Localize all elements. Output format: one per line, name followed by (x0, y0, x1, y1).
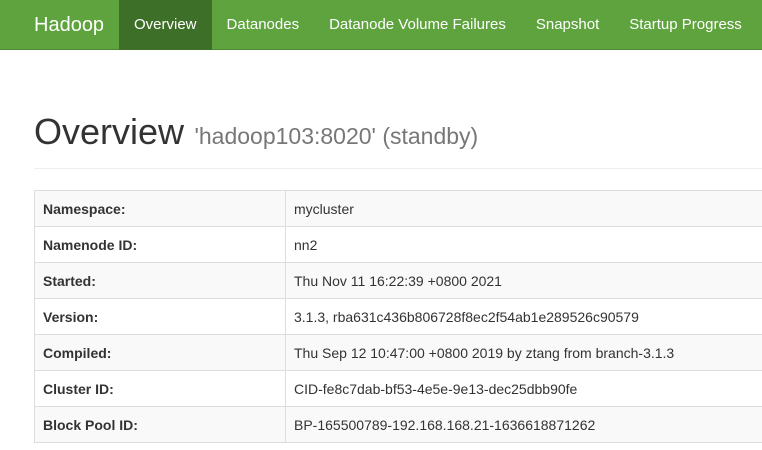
brand-link[interactable]: Hadoop (0, 0, 120, 50)
nav-item-startup-progress[interactable]: Startup Progress (614, 0, 757, 50)
nav-item-datanode-volume-failures[interactable]: Datanode Volume Failures (314, 0, 521, 50)
page-header: Overview 'hadoop103:8020' (standby) (34, 112, 762, 169)
page-subtitle: 'hadoop103:8020' (standby) (194, 123, 479, 149)
nav-item-overview[interactable]: Overview (119, 0, 212, 50)
row-key: Namespace: (34, 190, 286, 227)
nav-item-snapshot[interactable]: Snapshot (521, 0, 614, 50)
main-content: Overview 'hadoop103:8020' (standby) Name… (34, 50, 762, 443)
table-row: Namespace: mycluster (34, 190, 762, 227)
row-value: CID-fe8c7dab-bf53-4e5e-9e13-dec25dbb90fe (285, 370, 762, 407)
row-value: Thu Sep 12 10:47:00 +0800 2019 by ztang … (285, 334, 762, 371)
table-row: Started: Thu Nov 11 16:22:39 +0800 2021 (34, 262, 762, 299)
row-key: Cluster ID: (34, 370, 286, 407)
page-title: Overview (34, 111, 185, 152)
overview-info-table: Namespace: mycluster Namenode ID: nn2 St… (34, 190, 762, 443)
table-row: Block Pool ID: BP-165500789-192.168.168.… (34, 406, 762, 443)
table-row: Namenode ID: nn2 (34, 226, 762, 263)
table-row: Version: 3.1.3, rba631c436b806728f8ec2f5… (34, 298, 762, 335)
nav-item-datanodes[interactable]: Datanodes (212, 0, 315, 50)
row-value: Thu Nov 11 16:22:39 +0800 2021 (285, 262, 762, 299)
row-key: Namenode ID: (34, 226, 286, 263)
row-value: mycluster (285, 190, 762, 227)
table-row: Cluster ID: CID-fe8c7dab-bf53-4e5e-9e13-… (34, 370, 762, 407)
row-key: Compiled: (34, 334, 286, 371)
top-navbar: Hadoop Overview Datanodes Datanode Volum… (0, 0, 762, 50)
row-key: Version: (34, 298, 286, 335)
nav-menu: Overview Datanodes Datanode Volume Failu… (119, 0, 757, 50)
row-value: nn2 (285, 226, 762, 263)
table-row: Compiled: Thu Sep 12 10:47:00 +0800 2019… (34, 334, 762, 371)
row-key: Block Pool ID: (34, 406, 286, 443)
row-value: 3.1.3, rba631c436b806728f8ec2f54ab1e2895… (285, 298, 762, 335)
row-value: BP-165500789-192.168.168.21-163661887126… (285, 406, 762, 443)
row-key: Started: (34, 262, 286, 299)
